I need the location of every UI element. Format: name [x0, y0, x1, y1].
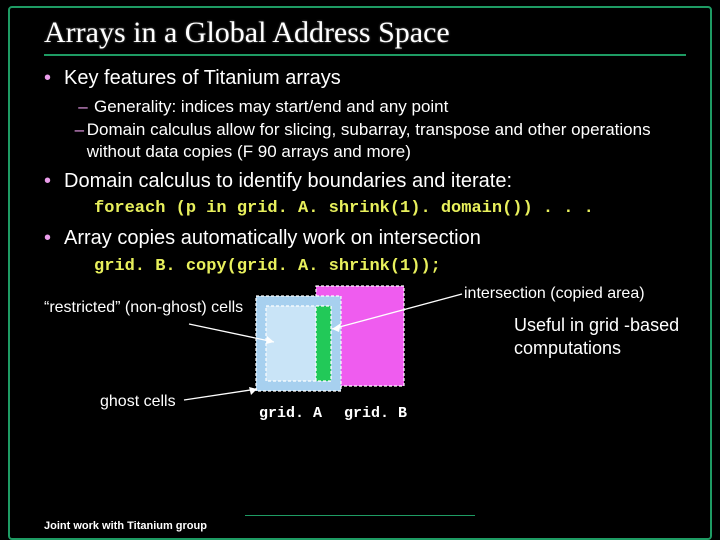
title-wrap: Arrays in a Global Address Space	[44, 16, 686, 56]
bullet-level1: • Domain calculus to identify boundaries…	[44, 169, 686, 195]
bullet-dash-icon: –	[72, 96, 94, 118]
bullet-text: Key features of Titanium arrays	[64, 66, 341, 92]
slide-inner: Arrays in a Global Address Space • Key f…	[8, 6, 712, 540]
code-line: foreach (p in grid. A. shrink(1). domain…	[94, 198, 686, 220]
label-useful: Useful in grid -based computations	[514, 314, 684, 360]
bullet-text: Generality: indices may start/end and an…	[94, 96, 448, 118]
bullet-text: Domain calculus allow for slicing, subar…	[87, 119, 686, 163]
bullet-level2: – Generality: indices may start/end and …	[72, 96, 686, 118]
bullet-dot-icon: •	[44, 169, 64, 195]
bullet-level2: – Domain calculus allow for slicing, sub…	[72, 119, 686, 163]
bullet-level1: • Key features of Titanium arrays	[44, 66, 686, 92]
grid-diagram-svg	[251, 284, 411, 410]
grid-diagram-icon	[251, 284, 411, 404]
bullet-dot-icon: •	[44, 66, 64, 92]
bullet-text: Array copies automatically work on inter…	[64, 226, 481, 252]
label-intersection: intersection (copied area)	[464, 284, 645, 304]
bullet-dot-icon: •	[44, 226, 64, 252]
bullet-dash-icon: –	[72, 119, 87, 163]
slide-title: Arrays in a Global Address Space	[44, 16, 686, 50]
diagram: “restricted” (non-ghost) cells ghost cel…	[44, 284, 686, 454]
label-ghost-cells: ghost cells	[100, 392, 176, 412]
slide-content: • Key features of Titanium arrays – Gene…	[44, 66, 686, 454]
bullet-text: Domain calculus to identify boundaries a…	[64, 169, 512, 195]
footer-divider	[245, 515, 475, 516]
code-line: grid. B. copy(grid. A. shrink(1));	[94, 256, 686, 278]
label-restricted-cells: “restricted” (non-ghost) cells	[44, 298, 244, 318]
bullet-level1: • Array copies automatically work on int…	[44, 226, 686, 252]
footer-text: Joint work with Titanium group	[44, 520, 207, 532]
slide: Arrays in a Global Address Space • Key f…	[0, 0, 720, 540]
